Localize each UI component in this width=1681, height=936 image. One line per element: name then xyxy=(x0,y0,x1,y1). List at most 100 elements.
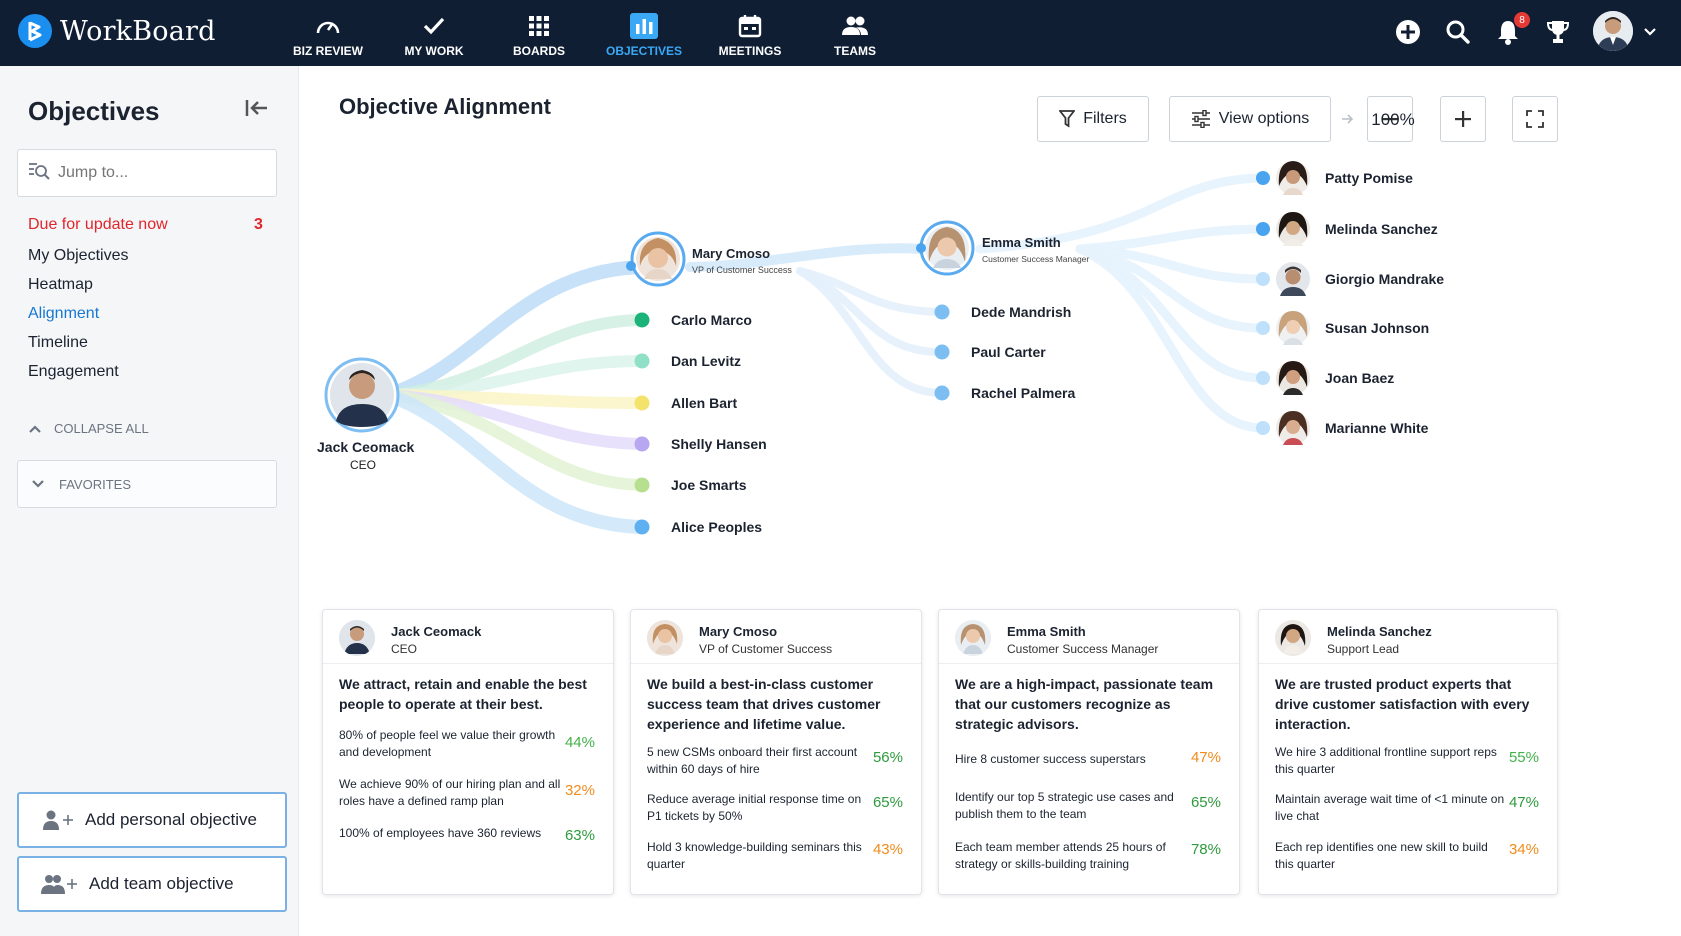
node-name-l3[interactable]: Joan Baez xyxy=(1325,370,1394,386)
key-result: 5 new CSMs onboard their first account w… xyxy=(647,745,858,776)
add-icon[interactable] xyxy=(1392,14,1424,50)
card-owner-name: Emma Smith xyxy=(1007,624,1086,639)
node-name-l1[interactable]: Allen Bart xyxy=(671,395,737,411)
notifications-button[interactable]: 8 xyxy=(1492,12,1530,50)
nav-label: TEAMS xyxy=(834,44,876,58)
avatar xyxy=(647,620,683,656)
key-result: We achieve 90% of our hiring plan and al… xyxy=(339,777,561,808)
status-dot xyxy=(634,436,650,452)
node-name-l1[interactable]: Carlo Marco xyxy=(671,312,752,328)
key-result-progress: 55% xyxy=(1508,749,1539,766)
key-result: Identify our top 5 strategic use cases a… xyxy=(955,790,1174,821)
trophy-icon[interactable] xyxy=(1542,14,1574,50)
node-name-l1[interactable]: Alice Peoples xyxy=(671,519,762,535)
avatar xyxy=(339,620,375,656)
node-name-manager[interactable]: Emma Smith xyxy=(982,235,1061,250)
due-count: 3 xyxy=(254,216,263,233)
nav-boards[interactable]: BOARDS xyxy=(489,8,589,58)
card-objective: We are trusted product experts that driv… xyxy=(1275,676,1530,732)
add-team-objective-button[interactable]: Add team objective xyxy=(17,856,287,912)
favorites-section[interactable]: FAVORITES xyxy=(17,460,277,508)
sidebar-item-my-objectives[interactable]: My Objectives xyxy=(28,247,128,265)
sidebar-item-timeline[interactable]: Timeline xyxy=(28,334,88,352)
objective-card[interactable]: Melinda Sanchez Support Lead We are trus… xyxy=(1258,609,1558,895)
favorites-label: FAVORITES xyxy=(59,476,131,492)
avatar-marianne-white[interactable] xyxy=(1276,411,1310,445)
chevron-down-icon[interactable] xyxy=(1640,14,1660,50)
nav-teams[interactable]: TEAMS xyxy=(805,8,905,58)
node-name-l3[interactable]: Marianne White xyxy=(1325,420,1428,436)
node-name-l1[interactable]: Joe Smarts xyxy=(671,477,746,493)
avatar-melinda-sanchez[interactable] xyxy=(1276,212,1310,246)
objective-card[interactable]: Emma Smith Customer Success Manager We a… xyxy=(938,609,1240,895)
card-owner-name: Mary Cmoso xyxy=(699,624,778,639)
status-dot xyxy=(634,519,650,535)
card-owner-name: Melinda Sanchez xyxy=(1327,624,1432,639)
nav-objectives[interactable]: OBJECTIVES xyxy=(594,8,694,58)
jump-to-input[interactable] xyxy=(58,164,248,182)
jump-to-search[interactable] xyxy=(17,149,277,197)
node-name-l3[interactable]: Patty Pomise xyxy=(1325,170,1413,186)
node-name-root[interactable]: Jack Ceomack xyxy=(317,439,414,455)
status-dot xyxy=(634,395,650,411)
search-icon[interactable] xyxy=(1442,14,1474,50)
node-name-l2[interactable]: Rachel Palmera xyxy=(971,385,1075,401)
user-avatar[interactable] xyxy=(1593,11,1633,51)
add-person-icon xyxy=(43,810,73,830)
node-name-l1[interactable]: Dan Levitz xyxy=(671,353,741,369)
status-dot xyxy=(934,385,950,401)
collapse-all-button[interactable]: COLLAPSE ALL xyxy=(28,421,149,436)
key-result: Hold 3 knowledge-building seminars this … xyxy=(647,840,862,871)
sidebar-item-due-for-update[interactable]: Due for update now xyxy=(28,216,168,234)
nav-biz-review[interactable]: BIZ REVIEW xyxy=(278,8,378,58)
nav-label: MY WORK xyxy=(404,44,464,58)
nav-meetings[interactable]: MEETINGS xyxy=(700,8,800,58)
node-name-l2[interactable]: Dede Mandrish xyxy=(971,304,1071,320)
key-result-progress: 34% xyxy=(1508,841,1539,858)
avatar-jack-ceomack[interactable] xyxy=(324,357,400,433)
sidebar-item-alignment[interactable]: Alignment xyxy=(28,305,99,323)
card-owner-role: Customer Success Manager xyxy=(1007,642,1159,656)
collapse-sidebar-icon[interactable] xyxy=(245,98,269,123)
card-objective: We build a best-in-class customer succes… xyxy=(647,676,881,732)
node-role-manager: Customer Success Manager xyxy=(982,254,1090,264)
node-name-l3[interactable]: Melinda Sanchez xyxy=(1325,221,1438,237)
node-name-vp[interactable]: Mary Cmoso xyxy=(692,246,770,261)
node-name-l1[interactable]: Shelly Hansen xyxy=(671,436,767,452)
avatar-joan-baez[interactable] xyxy=(1276,361,1310,395)
avatar-mary-cmoso[interactable] xyxy=(630,231,686,287)
app-name: WorkBoard xyxy=(60,15,216,47)
nav-label: BOARDS xyxy=(512,44,565,58)
avatar-giorgio-mandrake[interactable] xyxy=(1276,262,1310,296)
avatar-susan-johnson[interactable] xyxy=(1276,311,1310,345)
key-result: 80% of people feel we value their growth… xyxy=(339,728,556,759)
node-name-l3[interactable]: Giorgio Mandrake xyxy=(1325,271,1444,287)
node-name-l2[interactable]: Paul Carter xyxy=(971,344,1046,360)
sidebar-item-heatmap[interactable]: Heatmap xyxy=(28,276,93,294)
node-name-l3[interactable]: Susan Johnson xyxy=(1325,320,1429,336)
bar-chart-icon xyxy=(630,13,658,39)
status-dot xyxy=(634,353,650,369)
collapse-all-label: COLLAPSE ALL xyxy=(54,421,149,436)
logo-icon xyxy=(18,14,52,48)
key-result-progress: 78% xyxy=(1190,841,1221,858)
gauge-icon xyxy=(314,13,342,39)
avatar-patty-pomise[interactable] xyxy=(1276,161,1310,195)
objective-card[interactable]: Mary Cmoso VP of Customer Success We bui… xyxy=(630,609,922,895)
key-result-progress: 63% xyxy=(564,827,595,844)
nav-label: BIZ REVIEW xyxy=(292,44,363,58)
key-result-progress: 32% xyxy=(564,782,595,799)
key-result: Each rep identifies one new skill to bui… xyxy=(1275,840,1488,871)
workboard-logo[interactable]: WorkBoard xyxy=(18,14,216,48)
add-personal-objective-button[interactable]: Add personal objective xyxy=(17,792,287,848)
objective-card[interactable]: Jack Ceomack CEO We attract, retain and … xyxy=(322,609,614,895)
sidebar: Objectives Due for update now 3 My Objec… xyxy=(0,66,299,936)
sidebar-item-engagement[interactable]: Engagement xyxy=(28,363,119,381)
key-result: Each team member attends 25 hours of str… xyxy=(955,840,1166,871)
avatar-emma-smith[interactable] xyxy=(919,220,975,276)
card-objective: We are a high-impact, passionate team th… xyxy=(955,676,1214,732)
avatar xyxy=(1275,620,1311,656)
nav-my-work[interactable]: MY WORK xyxy=(384,8,484,58)
tree-connectors xyxy=(381,173,1267,534)
nav-label: MEETINGS xyxy=(718,44,782,58)
